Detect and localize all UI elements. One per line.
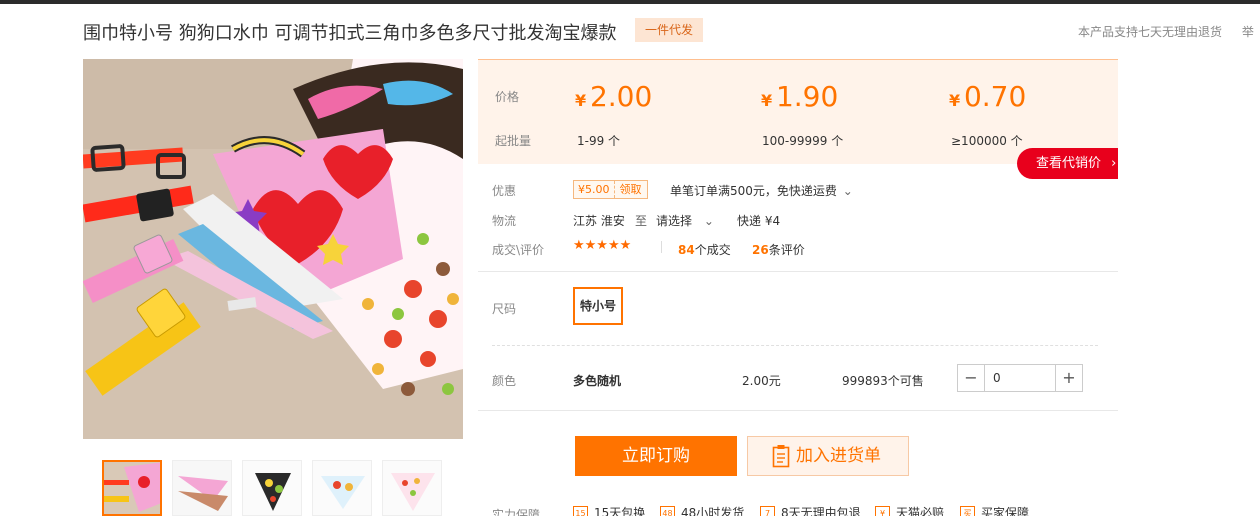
report-link[interactable]: 举 <box>1242 25 1254 39</box>
guarantee-item[interactable]: 48 48小时发货 <box>660 504 744 516</box>
qty-range-1: 1-99 个 <box>577 134 621 148</box>
price-value: 0.70 <box>963 80 1027 113</box>
guarantee-text: 8天无理由包退 <box>781 506 861 516</box>
return-policy-label: 本产品支持七天无理由退货 <box>1078 25 1223 39</box>
divider <box>478 271 1118 272</box>
return-icon: 7 <box>760 506 775 516</box>
rating-stars: ★★★★★ <box>573 238 632 253</box>
stock-available: 999893个可售 <box>842 374 924 388</box>
color-name: 多色随机 <box>573 374 622 388</box>
size-option-selected[interactable]: 特小号 <box>573 287 623 325</box>
chevron-right-icon: › <box>1111 156 1117 171</box>
coupon-amount: ¥5.00 <box>574 181 615 198</box>
moq-label: 起批量 <box>495 134 532 148</box>
separator <box>661 241 662 253</box>
price-value: 1.90 <box>775 80 839 113</box>
shield-icon: 买 <box>960 506 975 516</box>
price-panel: 价格 起批量 ¥ 2.00 ¥ 1.90 ¥ 0.70 1-99 个 100-9… <box>478 59 1118 164</box>
dashed-divider <box>492 345 1098 346</box>
color-price: 2.00元 <box>742 374 781 388</box>
qty-range-2: 100-99999 个 <box>762 134 844 148</box>
thumbnail-2[interactable] <box>172 460 232 516</box>
increment-button[interactable]: + <box>1055 365 1082 391</box>
offers-label: 优惠 <box>492 184 517 198</box>
color-label: 颜色 <box>492 374 517 388</box>
thumbnail-2-image <box>173 461 231 515</box>
deals-reviews-label: 成交\评价 <box>492 243 545 257</box>
coupon-claim-button[interactable]: 领取 <box>615 181 647 198</box>
thumbnail-5[interactable] <box>382 460 442 516</box>
guarantee-item[interactable]: 15 15天包换 <box>573 504 645 516</box>
guarantee-text: 买家保障 <box>981 506 1030 516</box>
thumbnail-1-image <box>104 462 160 514</box>
logistics-label: 物流 <box>492 214 517 228</box>
ship-origin: 江苏 淮安 <box>573 214 625 228</box>
deals-count-link[interactable]: 84个成交 <box>678 241 731 258</box>
buy-now-button[interactable]: 立即订购 <box>575 436 737 476</box>
guarantee-item[interactable]: 7 8天无理由包退 <box>760 504 861 516</box>
view-agent-price-button[interactable]: 查看代销价 › <box>1017 148 1118 179</box>
reviews-count: 26 <box>752 243 769 257</box>
shipping-fee: 快递 ¥4 <box>737 214 781 228</box>
thumbnail-1[interactable] <box>102 460 162 516</box>
price-value: 2.00 <box>589 80 653 113</box>
ship-to-label: 至 <box>635 214 648 228</box>
guarantee-item[interactable]: ¥ 天猫必赔 <box>875 504 944 516</box>
quantity-stepper: − + <box>957 364 1083 392</box>
currency-symbol: ¥ <box>575 91 587 110</box>
coupon-badge[interactable]: ¥5.00 领取 <box>573 180 648 199</box>
product-title: 围巾特小号 狗狗口水巾 可调节扣式三角巾多色多尺寸批发淘宝爆款 <box>83 23 617 44</box>
clock-icon: 48 <box>660 506 675 516</box>
thumbnail-4-image <box>313 461 371 515</box>
price-tier-3: ¥ 0.70 <box>949 80 1026 113</box>
deals-text: 个成交 <box>694 243 731 257</box>
guarantee-item[interactable]: 买买家保障 <box>960 504 1029 516</box>
return-policy-text: 本产品支持七天无理由退货 举 <box>1078 23 1254 40</box>
add-to-cart-label: 加入进货单 <box>796 446 881 466</box>
currency-symbol: ¥ <box>949 91 961 110</box>
thumbnail-3[interactable] <box>242 460 302 516</box>
compensation-icon: ¥ <box>875 506 890 516</box>
price-tier-2: ¥ 1.90 <box>761 80 838 113</box>
guarantee-text: 48小时发货 <box>681 506 745 516</box>
reviews-count-link[interactable]: 26条评价 <box>752 241 805 258</box>
calendar-icon: 15 <box>573 506 588 516</box>
price-tier-1: ¥ 2.00 <box>575 80 652 113</box>
quantity-input[interactable] <box>986 365 1055 391</box>
reviews-text: 条评价 <box>768 243 805 257</box>
dropship-tag[interactable]: 一件代发 <box>635 18 703 42</box>
thumbnail-3-image <box>243 461 301 515</box>
destination-select-label: 请选择 <box>656 214 693 228</box>
currency-symbol: ¥ <box>761 91 773 110</box>
size-label: 尺码 <box>492 302 517 316</box>
deals-count: 84 <box>678 243 695 257</box>
offer-description[interactable]: 单笔订单满500元，免快递运费 ⌄ <box>670 182 853 199</box>
thumbnail-5-image <box>383 461 441 515</box>
divider <box>478 410 1118 411</box>
thumbnail-4[interactable] <box>312 460 372 516</box>
guarantee-label: 实力保障 <box>492 508 541 516</box>
chevron-down-icon: ⌄ <box>703 214 714 228</box>
add-to-cart-button[interactable]: 加入进货单 <box>747 436 909 476</box>
guarantee-text: 天猫必赔 <box>896 506 945 516</box>
decrement-button[interactable]: − <box>958 365 985 391</box>
offer-text: 单笔订单满500元，免快递运费 <box>670 184 837 198</box>
product-image-illustration <box>83 59 463 439</box>
guarantee-text: 15天包换 <box>594 506 646 516</box>
top-bar <box>0 0 1260 4</box>
destination-select[interactable]: 请选择 ⌄ <box>656 212 714 229</box>
clipboard-icon <box>772 444 790 482</box>
main-product-image[interactable] <box>83 59 463 439</box>
chevron-down-icon: ⌄ <box>842 184 853 198</box>
qty-range-3: ≥100000 个 <box>951 134 1023 148</box>
agent-price-label: 查看代销价 <box>1036 156 1102 171</box>
price-label: 价格 <box>495 90 520 104</box>
